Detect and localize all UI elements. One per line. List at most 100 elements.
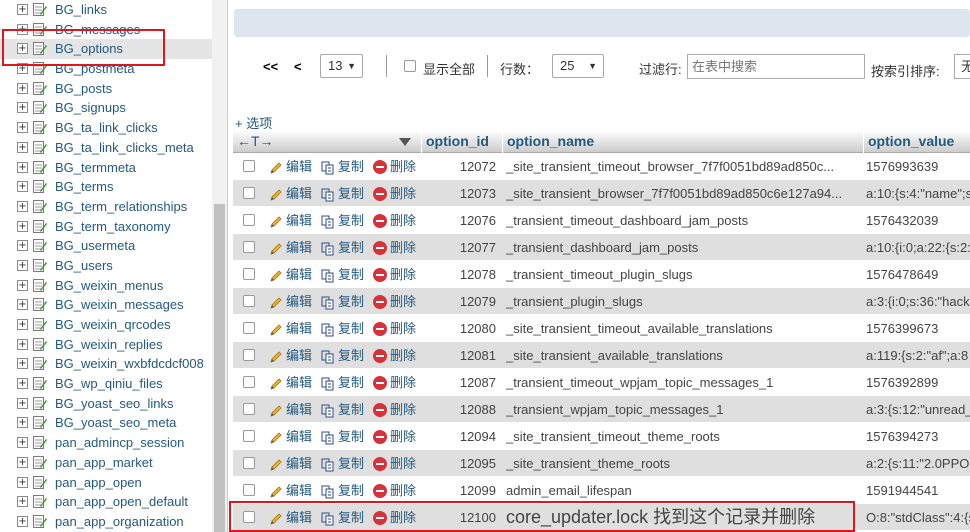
- delete-button[interactable]: 删除: [373, 342, 416, 369]
- delete-button[interactable]: 删除: [373, 180, 416, 207]
- sidebar-table-item[interactable]: + BG_ta_link_clicks: [0, 118, 212, 138]
- delete-button[interactable]: 删除: [373, 234, 416, 261]
- copy-button[interactable]: 复制: [321, 153, 364, 180]
- delete-button[interactable]: 删除: [373, 369, 416, 396]
- delete-button[interactable]: 删除: [373, 423, 416, 450]
- column-option-value[interactable]: option_value: [863, 130, 970, 153]
- delete-button[interactable]: 删除: [373, 288, 416, 315]
- sidebar-table-item[interactable]: + BG_weixin_qrcodes: [0, 315, 212, 335]
- expand-icon[interactable]: +: [17, 437, 28, 449]
- edit-button[interactable]: 编辑: [269, 477, 312, 504]
- edit-button[interactable]: 编辑: [269, 369, 312, 396]
- copy-button[interactable]: 复制: [321, 207, 364, 234]
- copy-button[interactable]: 复制: [321, 342, 364, 369]
- sidebar-table-item[interactable]: + BG_signups: [0, 98, 212, 118]
- expand-icon[interactable]: +: [17, 181, 28, 193]
- sidebar-table-item[interactable]: + BG_weixin_menus: [0, 276, 212, 296]
- expand-icon[interactable]: +: [17, 515, 28, 527]
- sidebar-table-item[interactable]: + pan_app_open_default: [0, 492, 212, 512]
- expand-icon[interactable]: +: [17, 397, 28, 409]
- expand-icon[interactable]: +: [17, 102, 28, 114]
- filter-input[interactable]: 在表中搜索: [687, 54, 865, 79]
- row-checkbox[interactable]: [243, 484, 255, 496]
- sidebar-table-item[interactable]: + BG_term_relationships: [0, 197, 212, 217]
- sidebar-table-item[interactable]: + BG_users: [0, 256, 212, 276]
- edit-button[interactable]: 编辑: [269, 288, 312, 315]
- row-checkbox[interactable]: [243, 430, 255, 442]
- expand-icon[interactable]: +: [17, 240, 28, 252]
- copy-button[interactable]: 复制: [321, 234, 364, 261]
- sidebar-table-item[interactable]: + pan_app_market: [0, 453, 212, 473]
- sidebar-table-item[interactable]: + BG_yoast_seo_meta: [0, 413, 212, 433]
- copy-button[interactable]: 复制: [321, 261, 364, 288]
- edit-button[interactable]: 编辑: [269, 207, 312, 234]
- sidebar-scrollbar-thumb[interactable]: [214, 204, 225, 532]
- sidebar-table-item[interactable]: + BG_usermeta: [0, 236, 212, 256]
- edit-button[interactable]: 编辑: [269, 396, 312, 423]
- row-checkbox[interactable]: [243, 376, 255, 388]
- delete-button[interactable]: 删除: [373, 153, 416, 180]
- column-option-id[interactable]: option_id: [421, 130, 502, 153]
- edit-button[interactable]: 编辑: [269, 180, 312, 207]
- edit-button[interactable]: 编辑: [269, 423, 312, 450]
- sidebar-table-item[interactable]: + BG_yoast_seo_links: [0, 394, 212, 414]
- row-checkbox[interactable]: [243, 295, 255, 307]
- expand-icon[interactable]: +: [17, 122, 28, 134]
- row-checkbox[interactable]: [243, 457, 255, 469]
- row-checkbox[interactable]: [243, 349, 255, 361]
- expand-icon[interactable]: +: [17, 456, 28, 468]
- sidebar-table-item[interactable]: + BG_term_taxonomy: [0, 217, 212, 237]
- delete-button[interactable]: 删除: [373, 450, 416, 477]
- page-select[interactable]: 13 ▼: [320, 54, 363, 78]
- sidebar-table-item[interactable]: + BG_terms: [0, 177, 212, 197]
- expand-icon[interactable]: +: [17, 141, 28, 153]
- copy-button[interactable]: 复制: [321, 450, 364, 477]
- copy-button[interactable]: 复制: [321, 396, 364, 423]
- sidebar-table-item[interactable]: + BG_wp_qiniu_files: [0, 374, 212, 394]
- copy-button[interactable]: 复制: [321, 315, 364, 342]
- sidebar-table-item[interactable]: + pan_app_open: [0, 473, 212, 493]
- delete-button[interactable]: 删除: [373, 396, 416, 423]
- show-all-checkbox[interactable]: [404, 60, 416, 72]
- sidebar-table-item[interactable]: + BG_posts: [0, 79, 212, 99]
- row-checkbox[interactable]: [243, 160, 255, 172]
- sidebar-table-item[interactable]: + pan_app_organization: [0, 512, 212, 532]
- expand-icon[interactable]: +: [17, 161, 28, 173]
- sidebar-table-item[interactable]: + pan_admincp_session: [0, 433, 212, 453]
- delete-button[interactable]: 删除: [373, 477, 416, 504]
- expand-icon[interactable]: +: [17, 220, 28, 232]
- expand-icon[interactable]: +: [17, 82, 28, 94]
- edit-button[interactable]: 编辑: [269, 234, 312, 261]
- expand-icon[interactable]: +: [17, 4, 28, 15]
- expand-icon[interactable]: +: [17, 378, 28, 390]
- row-checkbox[interactable]: [243, 403, 255, 415]
- rows-select[interactable]: 25 ▼: [552, 54, 604, 78]
- copy-button[interactable]: 复制: [321, 369, 364, 396]
- expand-icon[interactable]: +: [17, 338, 28, 350]
- sort-select[interactable]: 无: [954, 54, 970, 79]
- expand-icon[interactable]: +: [17, 417, 28, 429]
- row-checkbox[interactable]: [243, 187, 255, 199]
- row-checkbox[interactable]: [243, 268, 255, 280]
- row-checkbox[interactable]: [243, 214, 255, 226]
- expand-icon[interactable]: +: [17, 496, 28, 508]
- first-page-button[interactable]: <<: [263, 59, 278, 74]
- sidebar-table-item[interactable]: + BG_links: [0, 0, 212, 20]
- row-checkbox[interactable]: [243, 322, 255, 334]
- column-option-name[interactable]: option_name: [502, 130, 863, 153]
- sidebar-table-item[interactable]: + BG_weixin_replies: [0, 335, 212, 355]
- expand-icon[interactable]: +: [17, 299, 28, 311]
- prev-page-button[interactable]: <: [294, 59, 302, 74]
- expand-icon[interactable]: +: [17, 476, 28, 488]
- delete-button[interactable]: 删除: [373, 207, 416, 234]
- expand-icon[interactable]: +: [17, 279, 28, 291]
- sidebar-table-item[interactable]: + BG_ta_link_clicks_meta: [0, 138, 212, 158]
- copy-button[interactable]: 复制: [321, 180, 364, 207]
- copy-button[interactable]: 复制: [321, 288, 364, 315]
- expand-icon[interactable]: +: [17, 358, 28, 370]
- edit-button[interactable]: 编辑: [269, 450, 312, 477]
- column-resize-arrows[interactable]: ←T→: [233, 130, 395, 153]
- delete-button[interactable]: 删除: [373, 261, 416, 288]
- sidebar-table-item[interactable]: + BG_termmeta: [0, 158, 212, 178]
- expand-icon[interactable]: +: [17, 259, 28, 271]
